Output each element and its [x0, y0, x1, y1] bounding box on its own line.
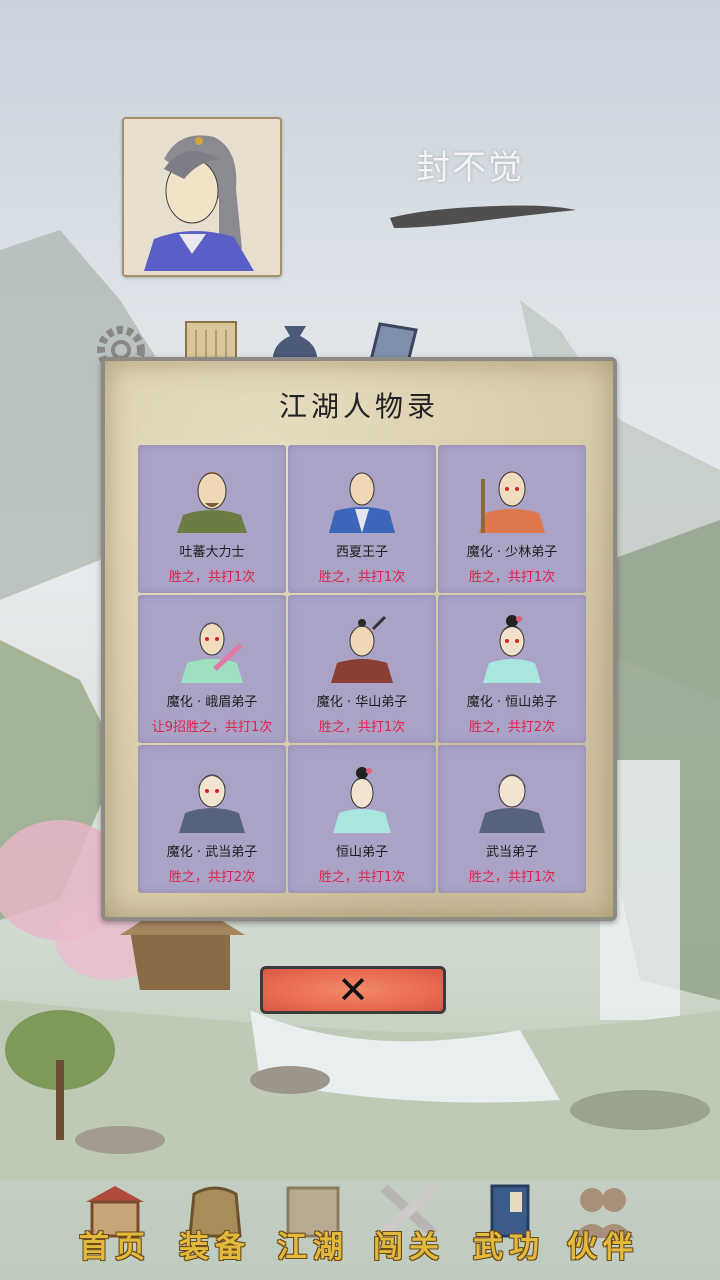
nav-companions[interactable]: 伙伴	[556, 1172, 650, 1272]
close-button[interactable]: ✕	[260, 966, 446, 1014]
character-record: 胜之，共打1次	[318, 870, 406, 885]
nav-martial-arts[interactable]: 武功	[462, 1172, 556, 1272]
nav-jianghu[interactable]: 江湖	[266, 1172, 360, 1272]
character-card[interactable]: 魔化 · 华山弟子 胜之，共打1次	[288, 595, 436, 743]
character-record: 胜之，共打1次	[468, 570, 556, 585]
nav-challenge[interactable]: 闯关	[362, 1172, 456, 1272]
character-name: 魔化 · 华山弟子	[316, 695, 408, 710]
character-card[interactable]: 西夏王子 胜之，共打1次	[288, 445, 436, 593]
nav-home[interactable]: 首页	[68, 1172, 162, 1272]
character-card[interactable]: 恒山弟子 胜之，共打1次	[288, 745, 436, 893]
nav-equipment[interactable]: 装备	[168, 1172, 262, 1272]
brown-haired-warrior-icon	[177, 472, 247, 533]
character-name: 魔化 · 少林弟子	[466, 545, 558, 560]
character-name: 恒山弟子	[335, 845, 388, 860]
character-name: 武当弟子	[485, 845, 538, 860]
character-name: 西夏王子	[335, 545, 388, 560]
nav-label: 伙伴	[567, 1230, 639, 1265]
wudang-disciple-icon	[479, 774, 545, 833]
nav-label: 首页	[79, 1230, 151, 1265]
prince-blue-robe-icon	[329, 472, 395, 533]
huashan-swordsman-icon	[331, 615, 393, 683]
bald-monk-icon	[479, 471, 545, 533]
character-record: 胜之，共打1次	[318, 570, 406, 585]
character-record-modal: 江湖人物录 吐蕃大力士 胜之，共打1次 西夏王子 胜之，共打1次 魔化 · 少林…	[101, 357, 617, 921]
character-record: 胜之，共打1次	[468, 870, 556, 885]
character-record: 让9招胜之，共打1次	[151, 720, 273, 735]
nav-label: 江湖	[277, 1230, 349, 1265]
nav-label: 装备	[179, 1230, 251, 1265]
character-name: 吐蕃大力士	[179, 545, 245, 560]
bottom-nav: 首页 装备 江湖 闯关 武功 伙伴	[0, 1172, 720, 1280]
character-name: 魔化 · 武当弟子	[166, 845, 258, 860]
hengshan-girl-icon	[333, 767, 391, 833]
character-record: 胜之，共打2次	[468, 720, 556, 735]
character-card[interactable]: 魔化 · 峨眉弟子 让9招胜之，共打1次	[138, 595, 286, 743]
nav-label: 武功	[473, 1230, 545, 1265]
character-grid: 吐蕃大力士 胜之，共打1次 西夏王子 胜之，共打1次 魔化 · 少林弟子 胜之，…	[138, 445, 586, 893]
close-icon: ✕	[337, 968, 369, 1012]
modal-title: 江湖人物录	[278, 390, 439, 423]
character-name: 魔化 · 峨眉弟子	[166, 695, 258, 710]
player-name: 封不觉	[416, 148, 524, 188]
character-card[interactable]: 吐蕃大力士 胜之，共打1次	[138, 445, 286, 593]
brush-stroke-decoration	[390, 205, 576, 228]
swordsman-avatar-icon	[144, 135, 254, 271]
character-record: 胜之，共打2次	[168, 870, 256, 885]
character-card[interactable]: 魔化 · 武当弟子 胜之，共打2次	[138, 745, 286, 893]
character-card[interactable]: 武当弟子 胜之，共打1次	[438, 745, 586, 893]
character-record: 胜之，共打1次	[168, 570, 256, 585]
character-card[interactable]: 魔化 · 少林弟子 胜之，共打1次	[438, 445, 586, 593]
hengshan-nun-icon	[483, 615, 541, 683]
emei-disciple-icon	[181, 622, 243, 683]
character-record: 胜之，共打1次	[318, 720, 406, 735]
player-portrait[interactable]	[122, 117, 282, 277]
character-card[interactable]: 魔化 · 恒山弟子 胜之，共打2次	[438, 595, 586, 743]
wudang-disciple-icon	[179, 774, 245, 833]
character-name: 魔化 · 恒山弟子	[466, 695, 558, 710]
nav-label: 闯关	[373, 1230, 445, 1265]
